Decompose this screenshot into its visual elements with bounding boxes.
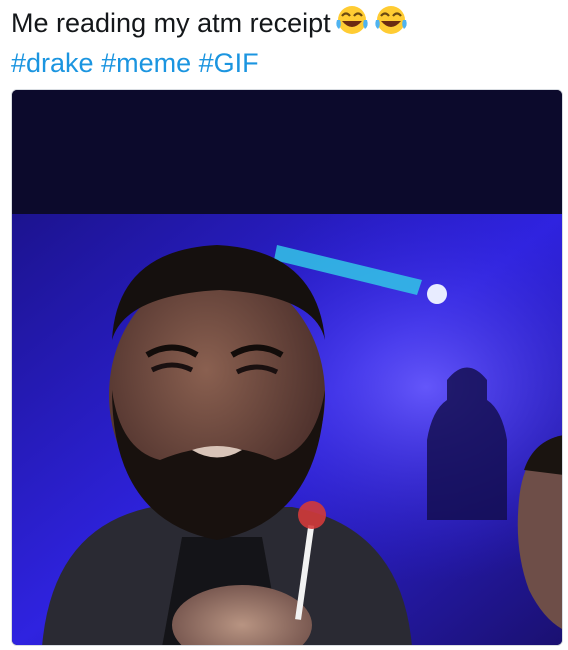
hashtag-meme[interactable]: #meme [101,48,191,78]
face-with-tears-of-joy-icon [334,4,370,45]
lollipop-candy [298,501,326,529]
face-with-tears-of-joy-icon [373,4,409,45]
letterbox-top [12,90,562,214]
tweet-caption: Me reading my atm receipt [11,8,331,38]
hashtag-line: #drake #meme #GIF [11,45,561,81]
hashtag-drake[interactable]: #drake [11,48,94,78]
spotlight [427,284,447,304]
tweet-line-1: Me reading my atm receipt [11,4,561,45]
gif-frame [12,90,562,645]
hashtag-gif[interactable]: #GIF [199,48,259,78]
tweet-text: Me reading my atm receipt #drake #meme #… [11,4,561,81]
gif-media[interactable] [11,89,563,646]
